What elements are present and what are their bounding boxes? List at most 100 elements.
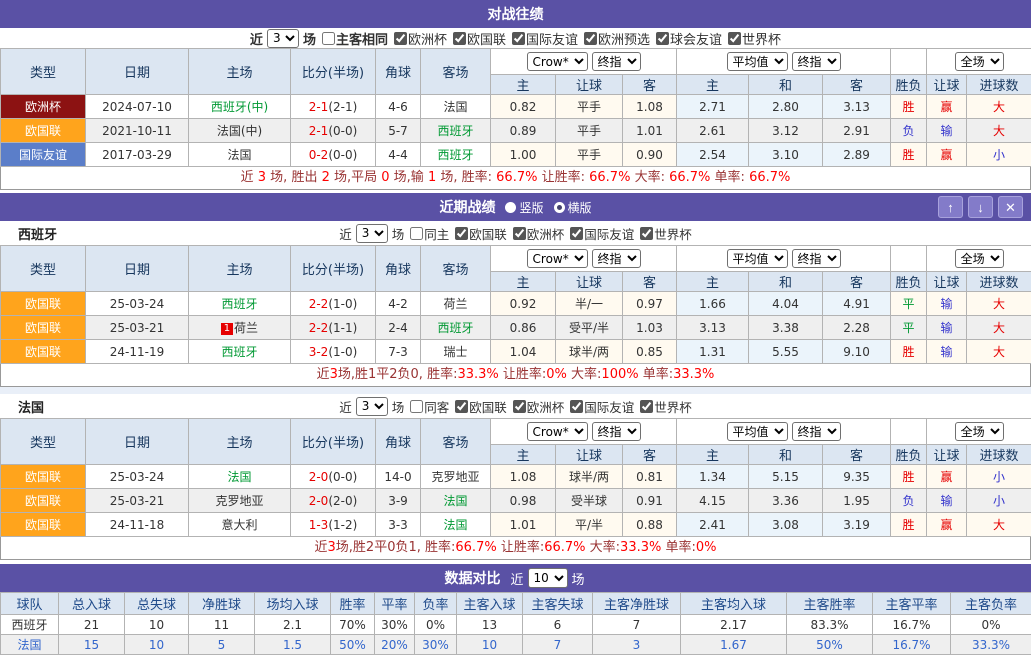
avg-away-cell: 1.95 (823, 489, 891, 513)
col-home: 主场 (189, 49, 291, 95)
games-label: 场 (572, 569, 585, 588)
odds-away-cell: 0.81 (623, 465, 677, 489)
halftime-score: (0-0) (328, 124, 357, 138)
comp-checkbox[interactable] (512, 32, 525, 45)
scope-select[interactable]: 全场 (955, 249, 1004, 268)
team-cell[interactable]: 法国 (1, 635, 59, 655)
compare-count-select[interactable]: 10 (528, 568, 568, 588)
comp-checkbox[interactable] (570, 400, 583, 413)
avg-select[interactable]: 平均值 (727, 422, 788, 441)
odds-handicap-cell: 球半/两 (556, 340, 623, 364)
col-goals: 进球数 (967, 75, 1031, 95)
stat-header: 主客胜率 (787, 593, 873, 615)
away-team[interactable]: 瑞士 (421, 340, 491, 364)
corner-cell: 3-9 (376, 489, 421, 513)
home-team[interactable]: 西班牙 (189, 340, 291, 364)
avg-home-cell: 1.31 (677, 340, 749, 364)
comp-filter-option: 欧国联 (451, 397, 507, 416)
goals-result-cell: 大 (967, 292, 1031, 316)
away-team[interactable]: 克罗地亚 (421, 465, 491, 489)
stat-cell: 11 (189, 615, 255, 635)
away-team[interactable]: 荷兰 (421, 292, 491, 316)
comp-checkbox[interactable] (640, 400, 653, 413)
same-home-checkbox[interactable] (410, 227, 423, 240)
close-icon: ✕ (1005, 200, 1016, 215)
bookie-select[interactable]: Crow* (527, 249, 588, 268)
away-team[interactable]: 西班牙 (421, 316, 491, 340)
result-cell: 胜 (891, 513, 927, 537)
move-up-button[interactable]: ↑ (938, 196, 963, 218)
comp-checkbox[interactable] (656, 32, 669, 45)
block-separator (0, 387, 1031, 394)
comp-checkbox[interactable] (453, 32, 466, 45)
avg-select[interactable]: 平均值 (727, 52, 788, 71)
odds-stage-select[interactable]: 终指 (592, 249, 641, 268)
table-row: 欧国联 24-11-18 意大利 1-3(1-2) 3-3 法国 1.01 平/… (1, 513, 1031, 537)
home-team[interactable]: 西班牙(中) (189, 95, 291, 119)
bookie-select[interactable]: Crow* (527, 52, 588, 71)
away-team[interactable]: 法国 (421, 513, 491, 537)
comp-checkbox[interactable] (728, 32, 741, 45)
close-button[interactable]: ✕ (998, 196, 1023, 218)
result-cell: 胜 (891, 340, 927, 364)
near-label: 近 (510, 569, 523, 588)
same-away-checkbox[interactable] (410, 400, 423, 413)
home-team[interactable]: 法国 (189, 465, 291, 489)
away-team[interactable]: 法国 (421, 95, 491, 119)
odds-stage-select[interactable]: 终指 (592, 422, 641, 441)
col-type: 类型 (1, 246, 86, 292)
odds-away-cell: 1.08 (623, 95, 677, 119)
col-goals: 进球数 (967, 445, 1031, 465)
avg-select[interactable]: 平均值 (727, 249, 788, 268)
col-odds-away: 客 (623, 75, 677, 95)
scope-select[interactable]: 全场 (955, 52, 1004, 71)
comp-checkbox[interactable] (513, 227, 526, 240)
comp-checkbox[interactable] (584, 32, 597, 45)
france-summary: 近3场,胜2平0负1, 胜率:66.7% 让胜率:66.7% 大率:33.3% … (0, 537, 1031, 560)
corner-cell: 4-2 (376, 292, 421, 316)
comp-checkbox[interactable] (640, 227, 653, 240)
avg-stage-select[interactable]: 终指 (792, 52, 841, 71)
odds-handicap-cell: 半/一 (556, 292, 623, 316)
france-count-select[interactable]: 3 (356, 397, 388, 416)
avg-stage-select[interactable]: 终指 (792, 422, 841, 441)
result-cell: 胜 (891, 95, 927, 119)
move-down-button[interactable]: ↓ (968, 196, 993, 218)
home-team[interactable]: 西班牙 (189, 292, 291, 316)
scope-select[interactable]: 全场 (955, 422, 1004, 441)
spain-count-select[interactable]: 3 (356, 224, 388, 243)
h2h-count-select[interactable]: 3 (267, 29, 299, 48)
avg-stage-select[interactable]: 终指 (792, 249, 841, 268)
odds-handicap-cell: 受平/半 (556, 316, 623, 340)
halftime-score: (1-1) (328, 321, 357, 335)
odds-away-cell: 1.01 (623, 119, 677, 143)
odds-stage-select[interactable]: 终指 (592, 52, 641, 71)
col-odds-home: 主 (491, 75, 556, 95)
compare-table: 球队 总入球 总失球 净胜球 场均入球 胜率 平率 负率 主客入球 主客失球 主… (0, 592, 1031, 655)
comp-checkbox[interactable] (455, 227, 468, 240)
same-homeaway-checkbox[interactable] (322, 32, 335, 45)
recent-section: 近期战绩 竖版 横版 ↑ ↓ ✕ 西班牙 近 3 场 同主 欧国联 欧洲杯 国际… (0, 193, 1031, 560)
home-team[interactable]: 法国(中) (189, 119, 291, 143)
comp-checkbox[interactable] (570, 227, 583, 240)
away-team[interactable]: 法国 (421, 489, 491, 513)
home-team[interactable]: 1荷兰 (189, 316, 291, 340)
away-team[interactable]: 西班牙 (421, 143, 491, 167)
vertical-layout-radio[interactable] (505, 202, 516, 213)
home-team[interactable]: 克罗地亚 (189, 489, 291, 513)
stat-cell: 83.3% (787, 615, 873, 635)
team-cell[interactable]: 西班牙 (1, 615, 59, 635)
col-odds-handicap: 让球 (556, 445, 623, 465)
comp-checkbox[interactable] (513, 400, 526, 413)
bookie-select[interactable]: Crow* (527, 422, 588, 441)
horizontal-layout-radio[interactable] (554, 202, 565, 213)
fulltime-score: 1-3 (309, 518, 329, 532)
stat-cell: 16.7% (873, 635, 951, 655)
col-result: 胜负 (891, 272, 927, 292)
away-team[interactable]: 西班牙 (421, 119, 491, 143)
col-corner: 角球 (376, 246, 421, 292)
comp-checkbox[interactable] (455, 400, 468, 413)
home-team[interactable]: 意大利 (189, 513, 291, 537)
home-team[interactable]: 法国 (189, 143, 291, 167)
comp-checkbox[interactable] (394, 32, 407, 45)
